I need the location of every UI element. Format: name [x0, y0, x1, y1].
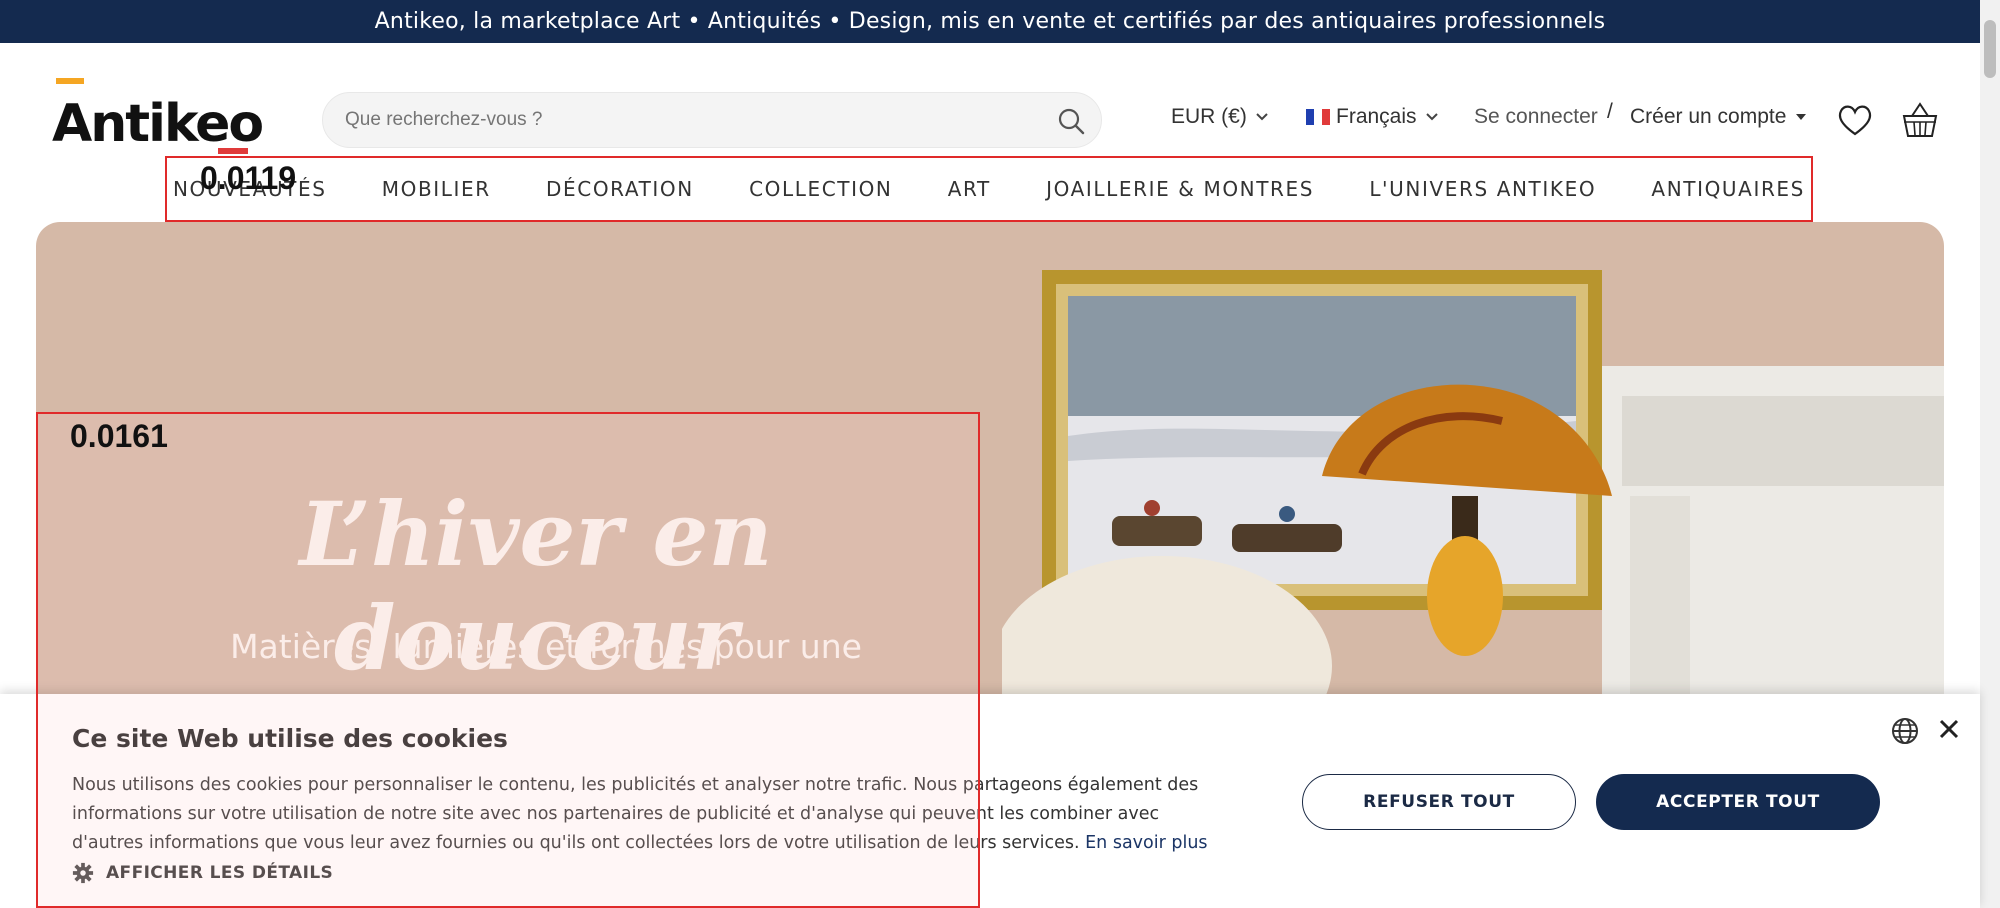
basket-icon[interactable] [1900, 100, 1940, 140]
header-separator: / [1607, 100, 1613, 124]
separator-text: / [1607, 100, 1613, 123]
language-label: Français [1336, 105, 1417, 128]
chevron-down-icon [1425, 113, 1438, 121]
logo-accent-bar [56, 78, 84, 84]
logo-wordmark: Antikeo [52, 94, 264, 154]
globe-icon[interactable] [1890, 716, 1920, 746]
nav-highlight-box [165, 156, 1813, 222]
hero-collage-image [1002, 270, 1944, 706]
search-bar[interactable] [322, 92, 1102, 148]
search-icon[interactable] [1055, 105, 1087, 137]
chevron-down-icon [1256, 113, 1268, 121]
logo-underline [218, 148, 248, 154]
nav-score-label: 0.0119 [200, 160, 297, 196]
language-selector[interactable]: Français [1306, 105, 1439, 129]
close-icon[interactable] [1934, 714, 1964, 744]
heart-icon[interactable] [1835, 100, 1875, 140]
page-scrollbar[interactable] [1980, 0, 2000, 908]
search-input[interactable] [345, 105, 1025, 135]
announcement-bar: Antikeo, la marketplace Art • Antiquités… [0, 0, 1980, 43]
register-link[interactable]: Créer un compte [1630, 105, 1808, 129]
refuse-all-button[interactable]: REFUSER TOUT [1302, 774, 1576, 830]
scrollbar-thumb[interactable] [1984, 20, 1996, 78]
currency-selector[interactable]: EUR (€) [1171, 105, 1269, 129]
announcement-text: Antikeo, la marketplace Art • Antiquités… [374, 9, 1606, 34]
caret-down-icon [1796, 114, 1807, 120]
france-flag-icon [1306, 109, 1330, 125]
hero-highlight-box [36, 412, 980, 908]
brand-logo[interactable]: Antikeo [52, 76, 264, 158]
hero-score-label: 0.0161 [70, 418, 168, 454]
register-label: Créer un compte [1630, 105, 1787, 128]
login-label: Se connecter [1474, 105, 1598, 128]
accept-all-button[interactable]: ACCEPTER TOUT [1596, 774, 1880, 830]
currency-label: EUR (€) [1171, 105, 1247, 128]
login-link[interactable]: Se connecter [1474, 105, 1598, 129]
learn-more-link[interactable]: En savoir plus [1085, 833, 1207, 853]
